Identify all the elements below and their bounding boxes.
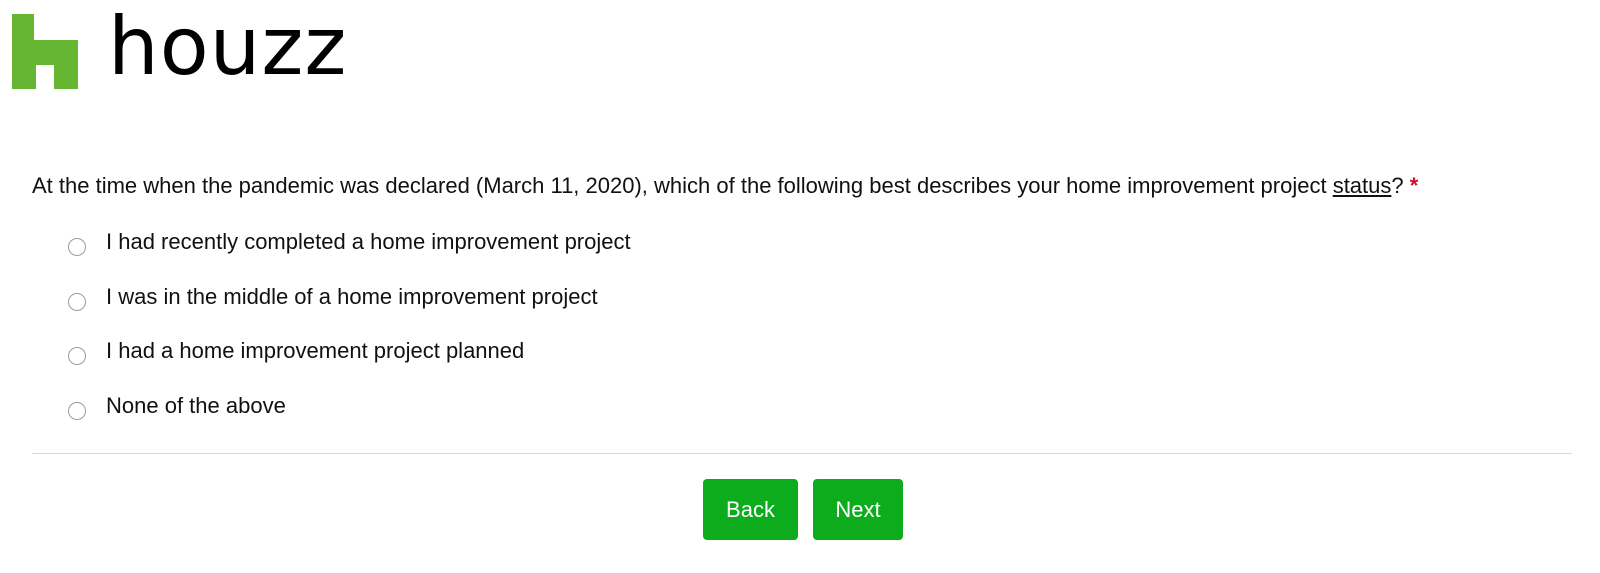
required-marker: *: [1409, 173, 1419, 198]
houzz-h-icon: [12, 13, 78, 89]
houzz-logo[interactable]: houzz: [12, 7, 347, 90]
answer-option[interactable]: None of the above: [68, 384, 631, 439]
next-button[interactable]: Next: [813, 479, 903, 540]
radio-button[interactable]: [68, 347, 86, 366]
answer-option-label[interactable]: I was in the middle of a home improvemen…: [106, 283, 598, 311]
answer-option[interactable]: I was in the middle of a home improvemen…: [68, 275, 631, 330]
question-text-start: At the time when the pandemic was declar…: [32, 173, 1333, 198]
question-text-end: ?: [1391, 173, 1404, 198]
answer-option[interactable]: I had a home improvement project planned: [68, 329, 631, 384]
answer-option-label[interactable]: None of the above: [106, 392, 286, 420]
question-keyword: status: [1332, 173, 1392, 198]
radio-button[interactable]: [68, 401, 86, 420]
answer-options: I had recently completed a home improvem…: [68, 220, 631, 438]
radio-button[interactable]: [68, 238, 86, 257]
answer-option-label[interactable]: I had recently completed a home improvem…: [106, 228, 631, 256]
question-text: At the time when the pandemic was declar…: [32, 172, 1418, 200]
answer-option[interactable]: I had recently completed a home improvem…: [68, 220, 631, 275]
brand-wordmark: houzz: [108, 0, 348, 93]
divider: [32, 453, 1572, 454]
radio-button[interactable]: [68, 292, 86, 311]
back-button[interactable]: Back: [703, 479, 798, 540]
answer-option-label[interactable]: I had a home improvement project planned: [106, 337, 524, 365]
